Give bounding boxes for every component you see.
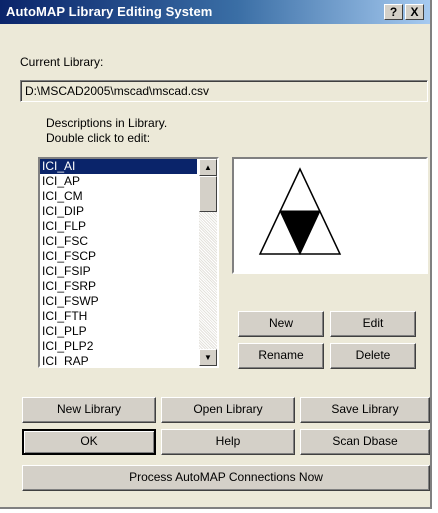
- help-title-button[interactable]: ?: [384, 4, 403, 20]
- list-item[interactable]: ICI_FSIP: [40, 264, 197, 279]
- scan-dbase-button[interactable]: Scan Dbase: [300, 429, 430, 455]
- list-item[interactable]: ICI_PLP: [40, 324, 197, 339]
- window-title: AutoMAP Library Editing System: [6, 4, 213, 19]
- help-button[interactable]: Help: [161, 429, 295, 455]
- symbol-preview: [232, 157, 428, 274]
- rename-button[interactable]: Rename: [238, 343, 324, 369]
- list-item[interactable]: ICI_FTH: [40, 309, 197, 324]
- current-library-field: D:\MSCAD2005\mscad\mscad.csv: [20, 80, 428, 102]
- edit-button[interactable]: Edit: [330, 311, 416, 337]
- new-library-button[interactable]: New Library: [22, 397, 156, 423]
- close-title-button[interactable]: X: [405, 4, 424, 20]
- list-item[interactable]: ICI_AI: [40, 159, 197, 174]
- delete-button[interactable]: Delete: [330, 343, 416, 369]
- triangle-symbol-icon: [258, 167, 342, 256]
- list-item[interactable]: ICI_RAP: [40, 354, 197, 366]
- list-item[interactable]: ICI_CM: [40, 189, 197, 204]
- open-library-button[interactable]: Open Library: [161, 397, 295, 423]
- list-item[interactable]: ICI_FLP: [40, 219, 197, 234]
- descriptions-label: Descriptions in Library.: [46, 116, 168, 130]
- list-item[interactable]: ICI_FSC: [40, 234, 197, 249]
- title-bar[interactable]: AutoMAP Library Editing System ? X: [0, 0, 430, 24]
- list-item[interactable]: ICI_FSWP: [40, 294, 197, 309]
- list-items: ICI_AI ICI_AP ICI_CM ICI_DIP ICI_FLP ICI…: [40, 159, 197, 366]
- descriptions-listbox[interactable]: ICI_AI ICI_AP ICI_CM ICI_DIP ICI_FLP ICI…: [38, 157, 219, 368]
- double-click-hint: Double click to edit:: [46, 131, 151, 145]
- list-item[interactable]: ICI_FSCP: [40, 249, 197, 264]
- arrow-up-icon[interactable]: ▲: [199, 159, 217, 176]
- scrollbar-thumb[interactable]: [199, 176, 217, 212]
- save-library-button[interactable]: Save Library: [300, 397, 430, 423]
- arrow-down-icon[interactable]: ▼: [199, 349, 217, 366]
- library-editing-dialog: AutoMAP Library Editing System ? X Curre…: [0, 0, 432, 509]
- list-item[interactable]: ICI_DIP: [40, 204, 197, 219]
- new-button[interactable]: New: [238, 311, 324, 337]
- list-item[interactable]: ICI_PLP2: [40, 339, 197, 354]
- list-item[interactable]: ICI_FSRP: [40, 279, 197, 294]
- list-scrollbar[interactable]: ▲ ▼: [199, 159, 217, 366]
- current-library-label: Current Library:: [20, 55, 104, 69]
- process-connections-button[interactable]: Process AutoMAP Connections Now: [22, 465, 430, 491]
- ok-button[interactable]: OK: [22, 429, 156, 455]
- list-item[interactable]: ICI_AP: [40, 174, 197, 189]
